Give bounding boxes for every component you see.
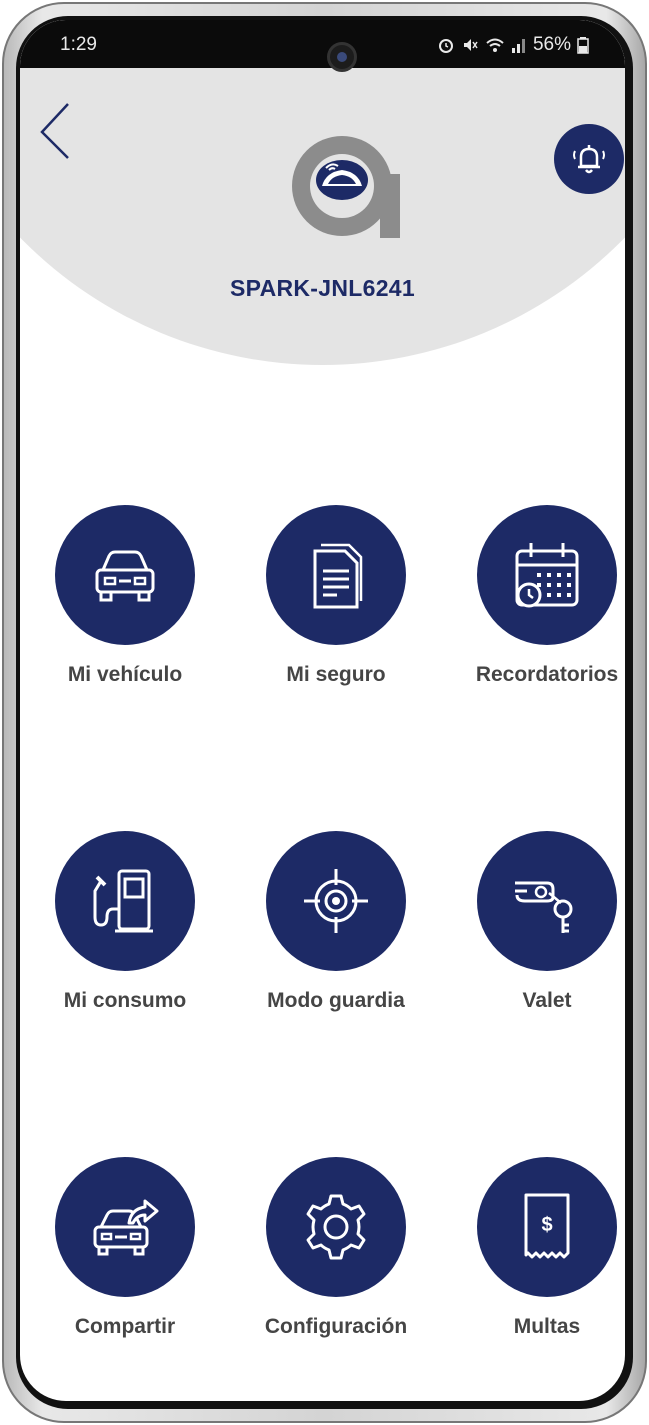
tile-multas[interactable]: $ Multas (447, 1157, 625, 1357)
tile-icon-circle (266, 1157, 406, 1297)
menu-grid: Mi vehículo Mi seguro Recordatorios Mi c… (20, 20, 625, 1401)
tile-configuracion[interactable]: Configuración (236, 1157, 436, 1357)
tile-compartir[interactable]: Compartir (25, 1157, 225, 1357)
tile-icon-circle (55, 1157, 195, 1297)
tile-mi-vehiculo[interactable]: Mi vehículo (25, 505, 225, 705)
tile-modo-guardia[interactable]: Modo guardia (236, 831, 436, 1031)
calendar-icon (515, 543, 579, 608)
tile-label: Mi seguro (286, 663, 386, 686)
hand-key-icon (515, 881, 573, 933)
fuel-pump-icon (93, 869, 153, 933)
document-icon (313, 543, 363, 609)
svg-text:$: $ (541, 1214, 552, 1236)
tile-mi-seguro[interactable]: Mi seguro (236, 505, 436, 705)
tile-icon-circle: $ (477, 1157, 617, 1297)
tile-valet[interactable]: Valet (447, 831, 625, 1031)
tile-label: Mi consumo (63, 989, 187, 1012)
tile-mi-consumo[interactable]: Mi consumo (25, 831, 225, 1031)
tile-label: Multas (513, 1315, 581, 1338)
tile-label: Recordatorios (475, 663, 619, 686)
tile-icon-circle (266, 505, 406, 645)
app-screen: 1:29 56% SPARK-JNL6241 Mi vehículo Mi se… (20, 20, 625, 1401)
tile-icon-circle (477, 831, 617, 971)
tile-label: Configuración (264, 1315, 408, 1338)
receipt-dollar-icon: $ (524, 1193, 570, 1259)
tile-label: Mi vehículo (67, 663, 183, 686)
tile-icon-circle (55, 831, 195, 971)
tile-icon-circle (55, 505, 195, 645)
crosshair-icon (304, 869, 368, 933)
car-icon (95, 550, 155, 602)
tile-label: Modo guardia (267, 989, 405, 1012)
tile-label: Compartir (74, 1315, 176, 1338)
car-share-icon (93, 1199, 159, 1256)
gear-icon (306, 1194, 366, 1260)
tile-icon-circle (477, 505, 617, 645)
tile-icon-circle (266, 831, 406, 971)
tile-label: Valet (522, 989, 572, 1012)
tile-recordatorios[interactable]: Recordatorios (447, 505, 625, 705)
